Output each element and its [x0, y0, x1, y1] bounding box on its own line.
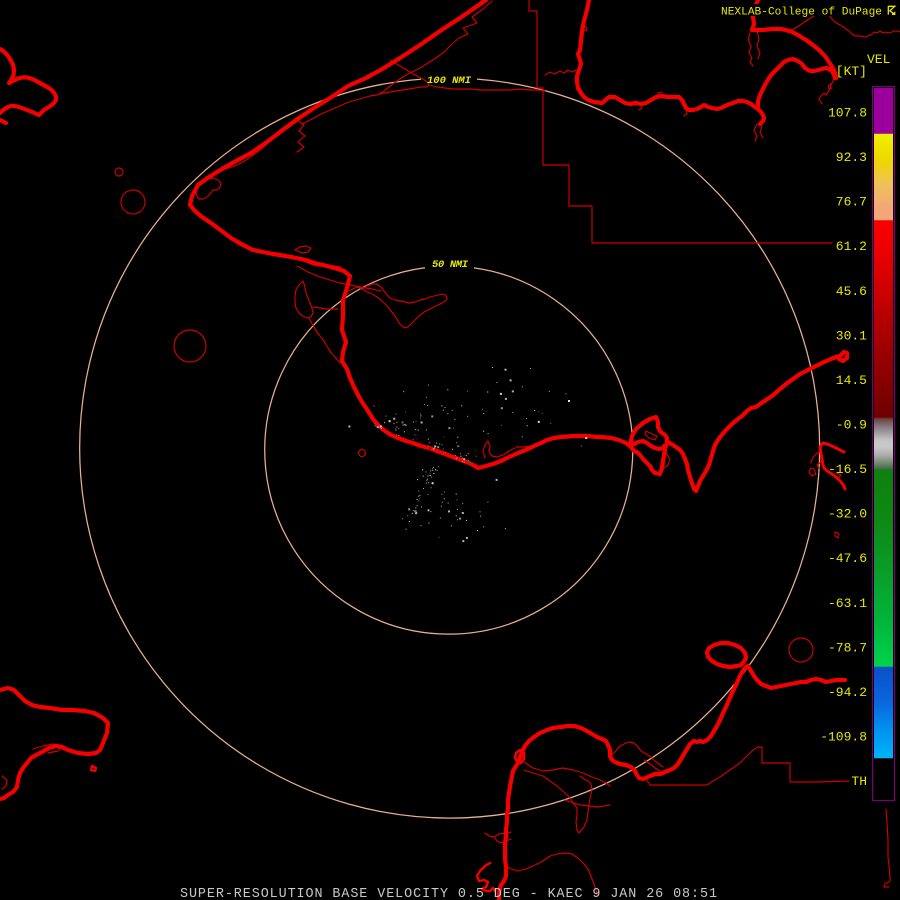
- svg-text:SUPER-RESOLUTION BASE VELOCITY: SUPER-RESOLUTION BASE VELOCITY 0.5 DEG -…: [180, 887, 717, 900]
- svg-text:NEXLAB-College of DuPage: NEXLAB-College of DuPage: [721, 7, 882, 19]
- svg-text:107.8: 107.8: [828, 106, 867, 121]
- svg-text:30.1: 30.1: [836, 328, 867, 343]
- svg-text:100 NMI: 100 NMI: [427, 75, 472, 87]
- svg-text:61.2: 61.2: [836, 239, 867, 254]
- svg-text:-0.9: -0.9: [836, 418, 867, 433]
- svg-text:-32.0: -32.0: [828, 507, 867, 522]
- svg-text:-63.1: -63.1: [828, 596, 867, 611]
- svg-text:-47.6: -47.6: [828, 551, 867, 566]
- svg-text:45.6: 45.6: [836, 284, 867, 299]
- svg-text:VEL: VEL: [867, 52, 890, 67]
- svg-text:50 NMI: 50 NMI: [432, 259, 469, 271]
- svg-text:14.5: 14.5: [836, 373, 867, 388]
- svg-text:92.3: 92.3: [836, 150, 867, 165]
- svg-text:[KT]: [KT]: [836, 64, 867, 79]
- svg-text:-16.5: -16.5: [828, 462, 867, 477]
- svg-text:-94.2: -94.2: [828, 685, 867, 700]
- svg-text:TH: TH: [851, 774, 867, 789]
- svg-text:-78.7: -78.7: [828, 640, 867, 655]
- svg-text:-109.8: -109.8: [820, 730, 867, 745]
- svg-text:76.7: 76.7: [836, 195, 867, 210]
